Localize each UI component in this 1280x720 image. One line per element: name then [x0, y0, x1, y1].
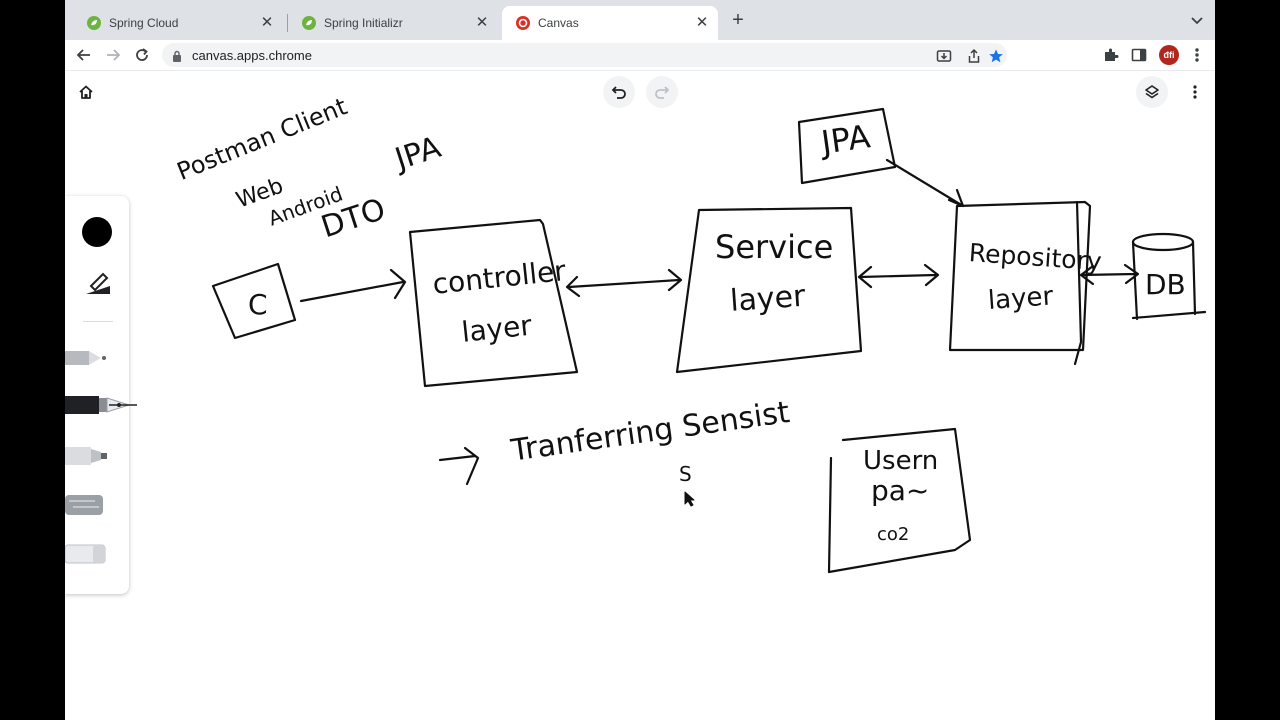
lock-icon[interactable]	[172, 49, 182, 62]
repository-box-label-line2: layer	[987, 281, 1055, 316]
user-box-label-line1: Usern	[863, 446, 939, 476]
canvas-app: Postman Client Web Android DTO JPA C con…	[65, 72, 1215, 720]
back-arrow-icon[interactable]	[74, 45, 94, 65]
service-box-label-line1: Service	[715, 228, 834, 266]
tab-title: Canvas	[538, 16, 579, 30]
bookmark-star-icon[interactable]	[988, 48, 1004, 64]
close-tab-icon[interactable]: ✕	[694, 15, 710, 31]
arrow-controller-service	[565, 268, 683, 298]
repository-box-stroke	[948, 200, 1092, 352]
arrow-service-repository	[857, 263, 940, 289]
tool-palette	[65, 196, 137, 594]
db-top-stroke	[1131, 232, 1195, 252]
reload-icon[interactable]	[132, 45, 152, 65]
fountain-pen-icon[interactable]	[65, 392, 137, 423]
side-panel-icon[interactable]	[1131, 47, 1147, 63]
forward-arrow-icon[interactable]	[103, 45, 123, 65]
close-tab-icon[interactable]: ✕	[474, 15, 490, 31]
tab-canvas[interactable]: Canvas ✕	[502, 6, 718, 40]
tab-spring-initializr[interactable]: Spring Initializr ✕	[288, 6, 498, 40]
browser-toolbar: canvas.apps.chrome đfi	[65, 40, 1215, 71]
spring-leaf-icon	[302, 16, 316, 30]
extensions-puzzle-icon[interactable]	[1103, 47, 1119, 63]
tab-search-chevron-icon[interactable]	[1189, 12, 1205, 28]
arrow-client-to-controller	[299, 268, 407, 303]
color-picker-black[interactable]	[82, 217, 112, 247]
marker-icon[interactable]	[65, 444, 109, 473]
chrome-menu-icon[interactable]	[1193, 46, 1201, 64]
arrow-jpa-to-repository	[885, 158, 965, 208]
profile-avatar[interactable]: đfi	[1159, 45, 1179, 65]
drawing-canvas[interactable]	[65, 72, 1215, 720]
tab-title: Spring Initializr	[324, 16, 403, 30]
controller-box-stroke	[408, 218, 579, 388]
new-tab-icon[interactable]: +	[728, 10, 748, 30]
tab-spring-cloud[interactable]: Spring Cloud ✕	[73, 6, 283, 40]
install-app-icon[interactable]	[936, 48, 952, 64]
eraser-icon[interactable]	[65, 542, 109, 571]
pen-icon[interactable]	[65, 346, 109, 375]
close-tab-icon[interactable]: ✕	[259, 15, 275, 31]
tab-title: Spring Cloud	[109, 16, 179, 30]
address-bar[interactable]: canvas.apps.chrome	[162, 43, 1007, 67]
repository-box-extra-stroke	[1073, 200, 1083, 366]
user-box-label-line2: pa~	[871, 474, 930, 507]
jpa-box-label: JPA	[819, 117, 873, 162]
chalk-icon[interactable]	[65, 492, 109, 523]
client-box-label: C	[248, 288, 268, 321]
tab-strip: Spring Cloud ✕ Spring Initializr ✕ Canva…	[65, 0, 1215, 40]
service-box-label-line2: layer	[729, 278, 807, 319]
share-icon[interactable]	[966, 48, 982, 64]
pencil-icon[interactable]	[83, 268, 113, 303]
spring-leaf-icon	[87, 16, 101, 30]
db-label: DB	[1145, 268, 1186, 301]
canvas-app-icon	[516, 16, 530, 30]
bottom-mark: S	[679, 462, 692, 486]
url-text: canvas.apps.chrome	[192, 48, 312, 63]
bullet-arrow	[438, 446, 480, 486]
screen: Spring Cloud ✕ Spring Initializr ✕ Canva…	[65, 0, 1215, 720]
user-box-label-line3: co2	[877, 524, 910, 545]
palette-divider	[83, 321, 113, 322]
mouse-cursor-icon	[684, 491, 695, 507]
